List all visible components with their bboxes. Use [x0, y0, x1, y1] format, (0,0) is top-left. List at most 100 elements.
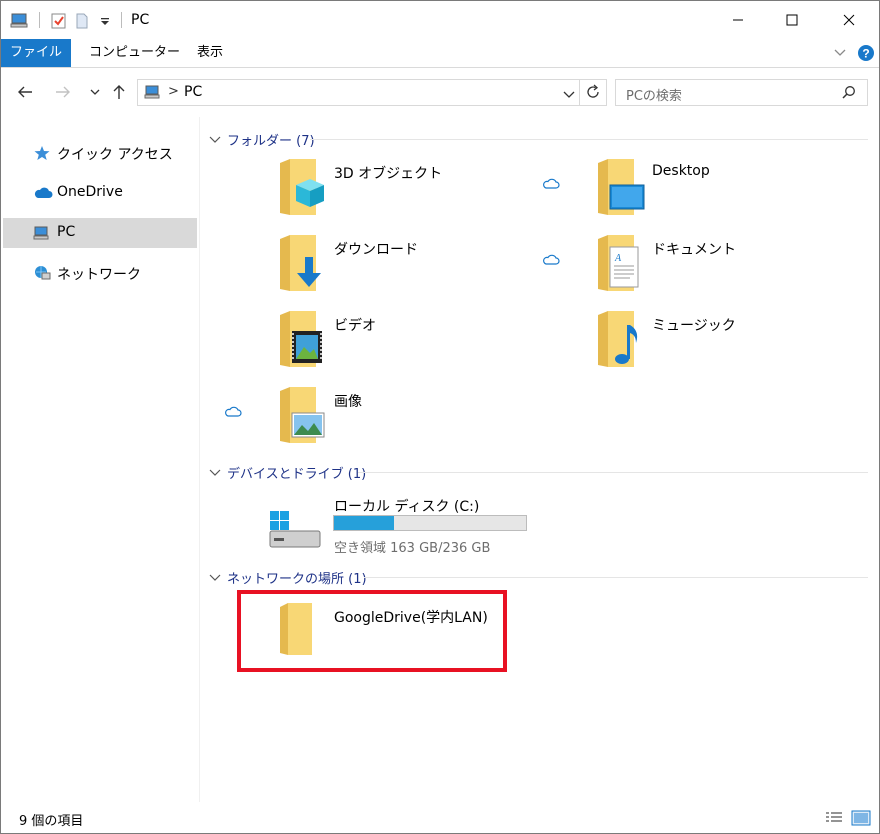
explorer-window: PC ファイル コンピューター 表示 ? > PC PCの検索 クイック アクセ… [0, 0, 880, 834]
folder-tile-desktop[interactable]: Desktop [518, 157, 818, 227]
pc-app-icon [10, 10, 30, 32]
drive-free-space: 空き領域 163 GB/236 GB [334, 541, 491, 556]
minimize-icon [733, 19, 743, 21]
sidebar-item-network[interactable]: ネットワーク [3, 258, 197, 288]
sidebar-item-label: OneDrive [57, 184, 123, 200]
search-box[interactable]: PCの検索 [615, 79, 868, 106]
help-icon[interactable]: ? [857, 44, 875, 66]
content-area: フォルダー (7) 3D オブジェクト Desktop ダウンロード A ドキュ… [200, 117, 879, 802]
folder-tile-pictures[interactable]: 画像 [200, 385, 500, 455]
status-bar: 9 個の項目 [1, 802, 879, 833]
properties-icon[interactable] [50, 10, 68, 32]
address-divider [579, 80, 580, 105]
network-icon [33, 265, 51, 281]
group-divider [364, 577, 868, 578]
documents-folder-icon: A [594, 233, 644, 297]
forward-arrow-icon [56, 86, 70, 98]
group-header-network[interactable]: ネットワークの場所 (1) [208, 567, 367, 587]
back-arrow-icon [18, 86, 32, 98]
folder-tile-downloads[interactable]: ダウンロード [200, 233, 500, 303]
up-arrow-icon [113, 85, 125, 99]
chevron-down-icon [209, 469, 221, 476]
ribbon-tabs: ファイル コンピューター 表示 ? [1, 39, 879, 67]
qat-divider [39, 12, 40, 28]
drive-usage-fill [334, 516, 394, 530]
close-button[interactable] [826, 1, 872, 39]
folder-tile-videos[interactable]: ビデオ [200, 309, 500, 379]
music-folder-icon [594, 309, 644, 373]
star-icon [33, 145, 51, 161]
folder-label: ミュージック [652, 318, 736, 334]
large-icons-view-icon [851, 810, 871, 826]
cloud-sync-icon [224, 405, 242, 421]
downloads-folder-icon [276, 233, 326, 297]
sidebar-item-onedrive[interactable]: OneDrive [3, 178, 197, 208]
group-header-label: フォルダー (7) [227, 133, 315, 149]
details-view-icon [826, 812, 842, 822]
qat-divider [121, 12, 122, 28]
minimize-button[interactable] [715, 1, 761, 39]
sidebar-item-label: PC [57, 224, 76, 240]
cloud-icon [33, 185, 53, 201]
pictures-folder-icon [276, 385, 328, 449]
item-count: 9 個の項目 [19, 814, 84, 829]
sidebar-item-label: ネットワーク [57, 267, 141, 283]
chevron-down-icon [209, 136, 221, 143]
forward-button[interactable] [51, 80, 75, 104]
chevron-down-icon [563, 91, 575, 98]
search-input[interactable]: PCの検索 [626, 85, 682, 104]
customize-qat-icon[interactable] [100, 10, 110, 32]
svg-text:A: A [614, 253, 622, 264]
group-header-label: デバイスとドライブ (1) [227, 466, 367, 482]
folder-label: 画像 [334, 394, 362, 410]
drive-usage-bar [333, 515, 527, 531]
group-header-devices[interactable]: デバイスとドライブ (1) [208, 462, 366, 482]
folder-tile-3d-objects[interactable]: 3D オブジェクト [200, 157, 500, 227]
folder-label: ビデオ [334, 318, 376, 334]
group-header-label: ネットワークの場所 (1) [227, 571, 367, 587]
tab-view[interactable]: 表示 [184, 39, 236, 67]
window-title: PC [131, 12, 150, 28]
drive-label: ローカル ディスク (C:) [334, 499, 480, 515]
large-icons-view-button[interactable] [851, 810, 871, 826]
cloud-sync-icon [542, 177, 560, 193]
local-disk-icon [268, 509, 322, 555]
group-header-folders[interactable]: フォルダー (7) [208, 129, 315, 149]
address-history-button[interactable] [563, 88, 575, 103]
expand-ribbon-icon[interactable] [833, 47, 847, 63]
close-icon [843, 14, 855, 26]
back-button[interactable] [13, 80, 37, 104]
folder-label: ダウンロード [334, 242, 418, 258]
new-folder-icon[interactable] [75, 10, 91, 32]
group-divider [358, 472, 868, 473]
group-divider [310, 139, 868, 140]
red-highlight-box [237, 590, 507, 672]
refresh-button[interactable] [585, 84, 601, 104]
refresh-icon [587, 84, 599, 98]
sidebar-item-pc[interactable]: PC [3, 218, 197, 248]
recent-locations-button[interactable] [83, 80, 107, 104]
breadcrumb-pc[interactable]: PC [184, 84, 202, 100]
folder-tile-music[interactable]: ミュージック [518, 309, 818, 379]
up-button[interactable] [107, 80, 131, 104]
folder-label: 3D オブジェクト [334, 166, 443, 182]
pc-icon [144, 84, 162, 104]
navigation-pane: クイック アクセス OneDrive PC ネットワーク [1, 117, 199, 802]
desktop-folder-icon [594, 157, 646, 221]
tab-file[interactable]: ファイル [1, 39, 71, 67]
pc-icon [33, 225, 51, 241]
breadcrumb-separator[interactable]: > [168, 84, 179, 99]
chevron-down-icon [90, 89, 100, 95]
sidebar-item-quick-access[interactable]: クイック アクセス [3, 138, 197, 168]
tab-computer[interactable]: コンピューター [76, 39, 193, 67]
maximize-button[interactable] [769, 1, 815, 39]
navigation-bar: > PC PCの検索 [1, 68, 879, 116]
folder-label: ドキュメント [652, 242, 736, 258]
cloud-sync-icon [542, 253, 560, 269]
details-view-button[interactable] [825, 810, 843, 826]
search-icon[interactable] [842, 85, 856, 103]
folder-tile-documents[interactable]: A ドキュメント [518, 233, 818, 303]
address-bar[interactable]: > PC [137, 79, 607, 106]
videos-folder-icon [276, 309, 326, 373]
maximize-icon [786, 14, 798, 26]
